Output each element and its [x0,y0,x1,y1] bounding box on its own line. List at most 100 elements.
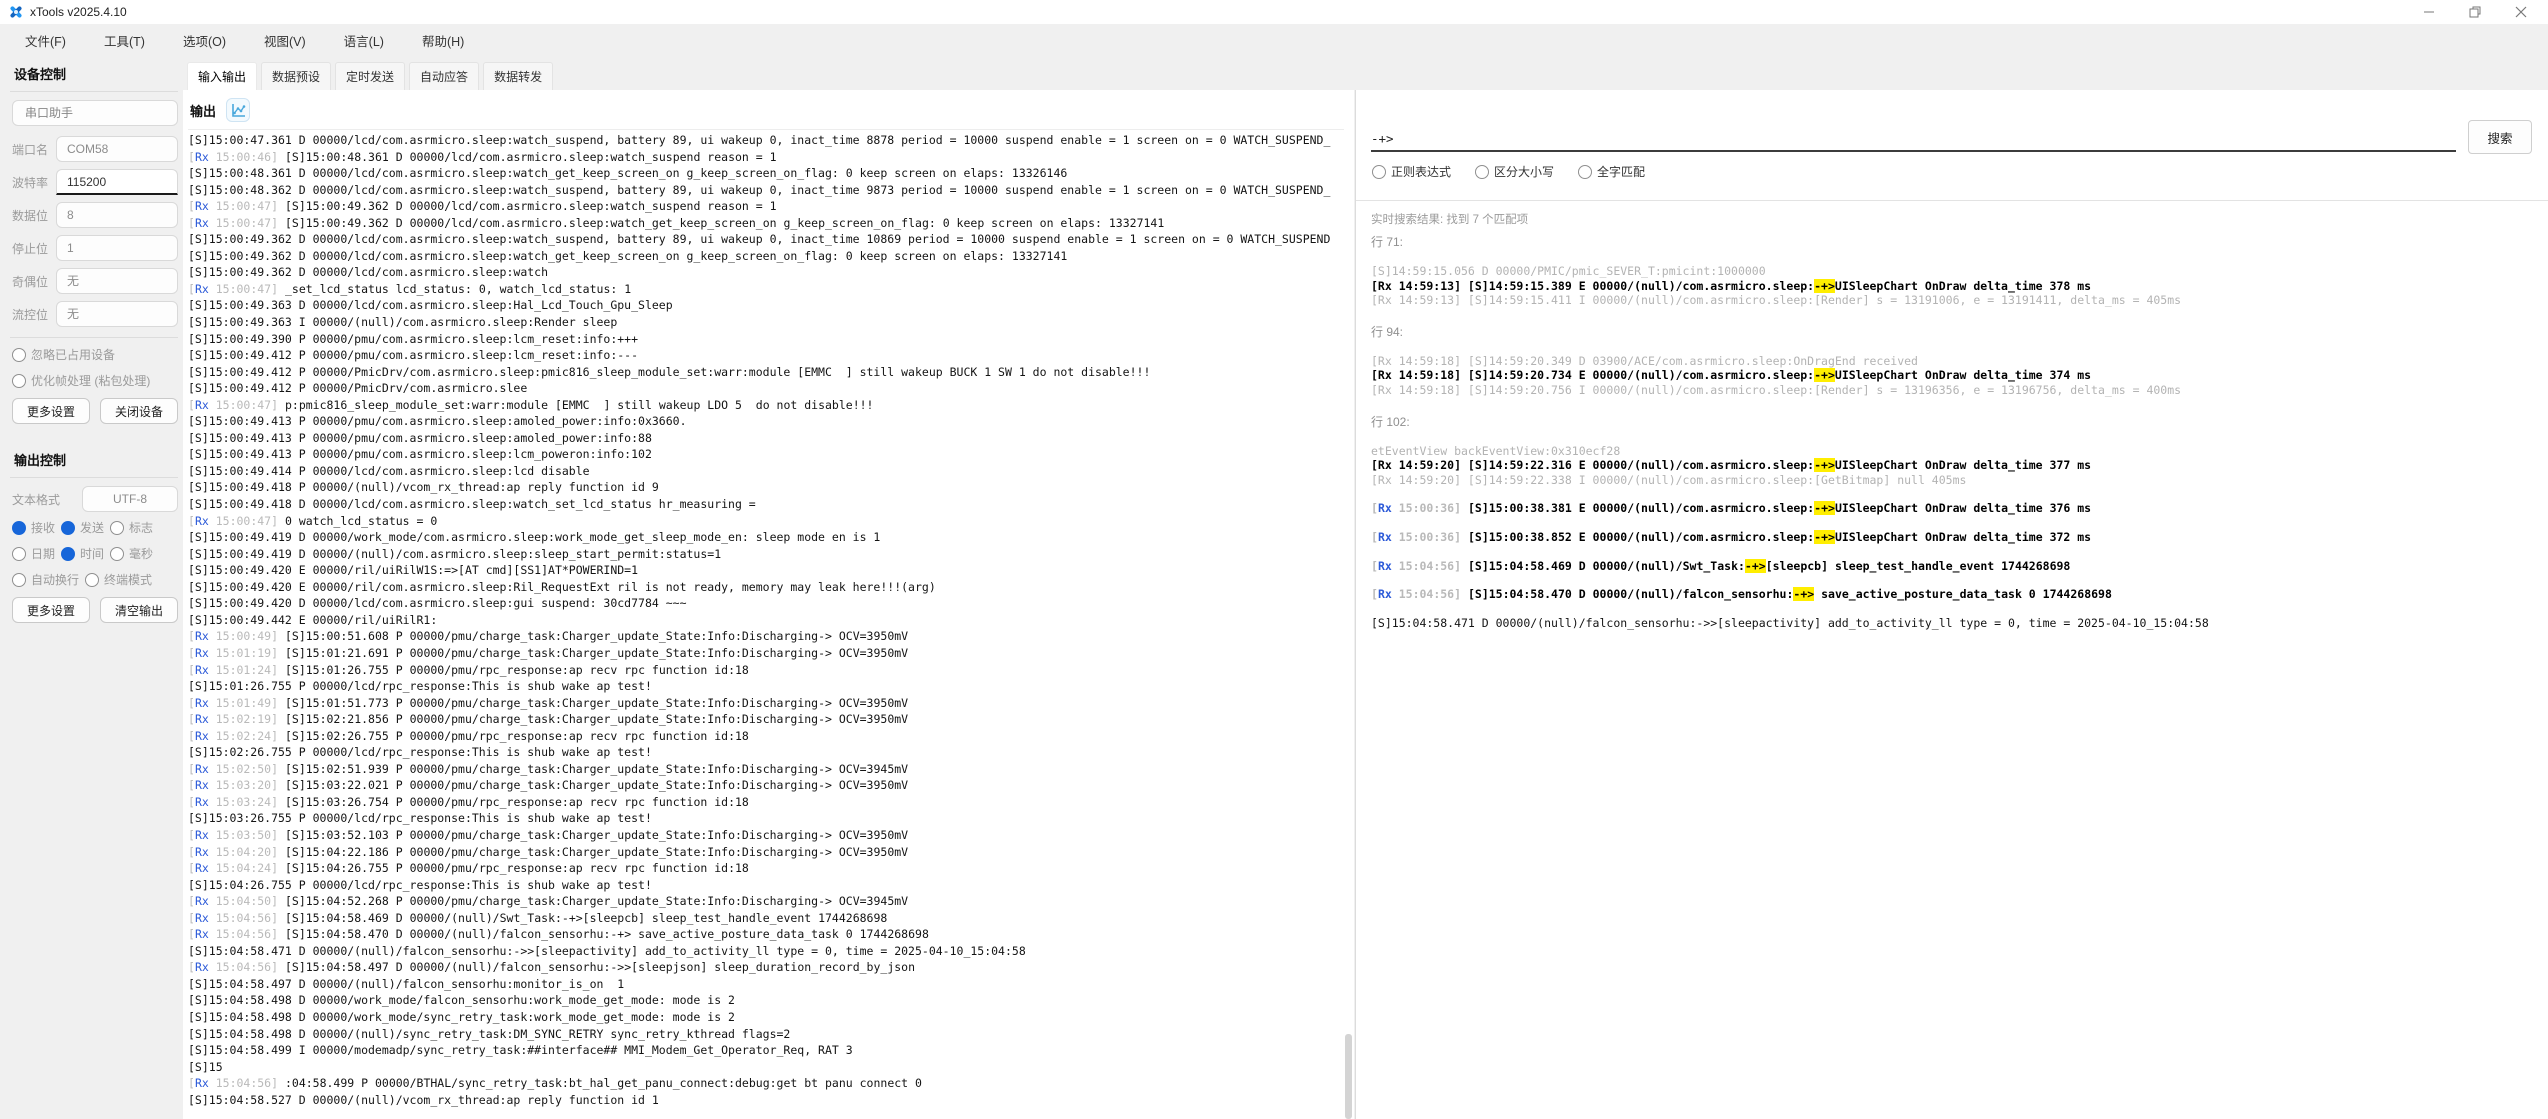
log-line: [Rx 15:00:47] p:pmic816_sleep_module_set… [188,397,1344,414]
log-line: [Rx 15:00:47] [S]15:00:49.362 D 00000/lc… [188,215,1344,232]
output-checkbox-row: 接收发送标志 [12,519,178,536]
menu-item-3[interactable]: 视图(V) [249,26,321,55]
rx-tag: Rx [195,712,209,726]
checkbox-label: 优化帧处理 (粘包处理) [31,372,150,389]
device-button-0[interactable]: 更多设置 [12,398,90,424]
checkbox-毫秒[interactable]: 毫秒 [110,545,153,562]
checkbox-日期[interactable]: 日期 [12,545,55,562]
checkbox-接收[interactable]: 接收 [12,519,55,536]
line-chart-icon[interactable] [226,98,250,122]
rx-timestamp: 15:00:47] [209,216,285,230]
output-log[interactable]: [S]15:00:47.361 D 00000/lcd/com.asrmicro… [188,129,1344,1119]
rx-bracket: [ [1371,501,1378,515]
rx-timestamp: 15:00:47] [209,282,285,296]
rx-tag: Rx [195,828,209,842]
highlighted-match-text: -+> [1814,279,1835,293]
rx-timestamp: 15:03:24] [209,795,285,809]
rx-bracket: [ [188,894,195,908]
close-icon[interactable] [2498,0,2544,24]
tab-定时发送[interactable]: 定时发送 [335,62,405,90]
log-line: [S]15:00:49.363 D 00000/lcd/com.asrmicro… [188,297,1344,314]
rx-bracket: [ [188,282,195,296]
rx-bracket: [ [1371,559,1378,573]
output-button-1[interactable]: 清空输出 [100,597,178,623]
search-result-match: [Rx 14:59:13] [S]14:59:15.389 E 00000/(n… [1371,279,2540,294]
checkbox-circle-icon [12,348,26,362]
highlighted-match-text: -+> [1793,587,1814,601]
app-window: xTools v2025.4.10 文件(F)工具(T)选项(O)视图(V)语言… [0,0,2548,1119]
log-line: [S]15:00:47.361 D 00000/lcd/com.asrmicro… [188,132,1344,149]
log-line: [S]15:01:26.755 P 00000/lcd/rpc_response… [188,678,1344,695]
device-field-value[interactable]: 无 [56,301,178,327]
menu-item-1[interactable]: 工具(T) [89,26,160,55]
maximize-icon[interactable] [2452,0,2498,24]
device-button-1[interactable]: 关闭设备 [100,398,178,424]
log-scrollbar-thumb[interactable] [1345,1034,1352,1119]
minimize-icon[interactable] [2406,0,2452,24]
device-checkboxes: 忽略已占用设备优化帧处理 (粘包处理) [8,346,180,389]
search-input[interactable] [1371,126,2456,152]
rx-tag: Rx [195,514,209,528]
checkbox-忽略已占用设备[interactable]: 忽略已占用设备 [12,346,115,363]
log-line: [S]15:04:58.498 D 00000/work_mode/sync_r… [188,1009,1344,1026]
checkbox-正则表达式[interactable]: 正则表达式 [1372,163,1451,180]
rx-bracket: [ [188,646,195,660]
rx-tag: Rx [195,894,209,908]
output-checkbox-row: 日期时间毫秒 [12,545,178,562]
rx-timestamp: 15:00:36] [1392,501,1468,515]
checkbox-circle-icon [110,521,124,535]
rx-timestamp: 15:04:56] [209,927,285,941]
tab-数据转发[interactable]: 数据转发 [483,62,553,90]
device-field-value[interactable]: 8 [56,202,178,228]
search-results[interactable]: 行 71:[S]14:59:15.056 D 00000/PMIC/pmic_S… [1371,233,2540,1119]
rx-timestamp: 15:01:49] [209,696,285,710]
device-field-label: 流控位 [12,306,56,323]
tab-输入输出[interactable]: 输入输出 [187,62,257,90]
rx-timestamp: 15:00:46] [209,150,285,164]
device-buttons: 更多设置关闭设备 [12,398,178,424]
checkbox-时间[interactable]: 时间 [61,545,104,562]
app-logo-icon [8,4,24,20]
checkbox-label: 日期 [31,545,55,562]
checkbox-终端模式[interactable]: 终端模式 [85,571,152,588]
highlighted-match-text: -+> [1814,530,1835,544]
search-result-match: [Rx 15:00:36] [S]15:00:38.381 E 00000/(n… [1371,501,2540,516]
menu-item-0[interactable]: 文件(F) [10,26,81,55]
checkbox-全字匹配[interactable]: 全字匹配 [1578,163,1645,180]
rx-bracket: [ [188,778,195,792]
tab-自动应答[interactable]: 自动应答 [409,62,479,90]
log-line: [S]15:00:49.362 D 00000/lcd/com.asrmicro… [188,231,1344,248]
menu-item-5[interactable]: 帮助(H) [407,26,479,55]
checkbox-标志[interactable]: 标志 [110,519,153,536]
checkbox-label: 接收 [31,519,55,536]
rx-tag: Rx [1378,501,1392,515]
checkbox-区分大小写[interactable]: 区分大小写 [1475,163,1554,180]
checkbox-优化帧处理 (粘包处理)[interactable]: 优化帧处理 (粘包处理) [12,372,150,389]
search-button[interactable]: 搜索 [2468,120,2532,154]
menu-item-4[interactable]: 语言(L) [329,26,399,55]
search-result-context: [Rx 14:59:18] [S]14:59:20.756 I 00000/(n… [1371,383,2540,398]
checkbox-circle-icon [12,521,26,535]
rx-tag: Rx [195,282,209,296]
device-type-select[interactable]: 串口助手 [12,100,178,126]
log-line: [S]15:00:49.412 P 00000/PmicDrv/com.asrm… [188,380,1344,397]
output-button-0[interactable]: 更多设置 [12,597,90,623]
device-field-value[interactable]: 115200 [56,169,178,195]
text-format-row: 文本格式 UTF-8 [12,486,178,512]
log-line: [S]15:00:49.418 D 00000/lcd/com.asrmicro… [188,496,1344,513]
checkbox-circle-icon [61,547,75,561]
device-field-value[interactable]: COM58 [56,136,178,162]
log-line: [S]15:00:48.362 D 00000/lcd/com.asrmicro… [188,182,1344,199]
menu-item-2[interactable]: 选项(O) [168,26,241,55]
checkbox-label: 全字匹配 [1597,163,1645,180]
device-field-value[interactable]: 1 [56,235,178,261]
tab-数据预设[interactable]: 数据预设 [261,62,331,90]
text-format-select[interactable]: UTF-8 [82,486,178,512]
checkbox-自动换行[interactable]: 自动换行 [12,571,79,588]
log-line: [S]15:00:49.418 P 00000/(null)/vcom_rx_t… [188,479,1344,496]
rx-tag: Rx [195,398,209,412]
rx-bracket: [ [188,795,195,809]
checkbox-发送[interactable]: 发送 [61,519,104,536]
rx-timestamp: 15:03:20] [209,778,285,792]
device-field-value[interactable]: 无 [56,268,178,294]
